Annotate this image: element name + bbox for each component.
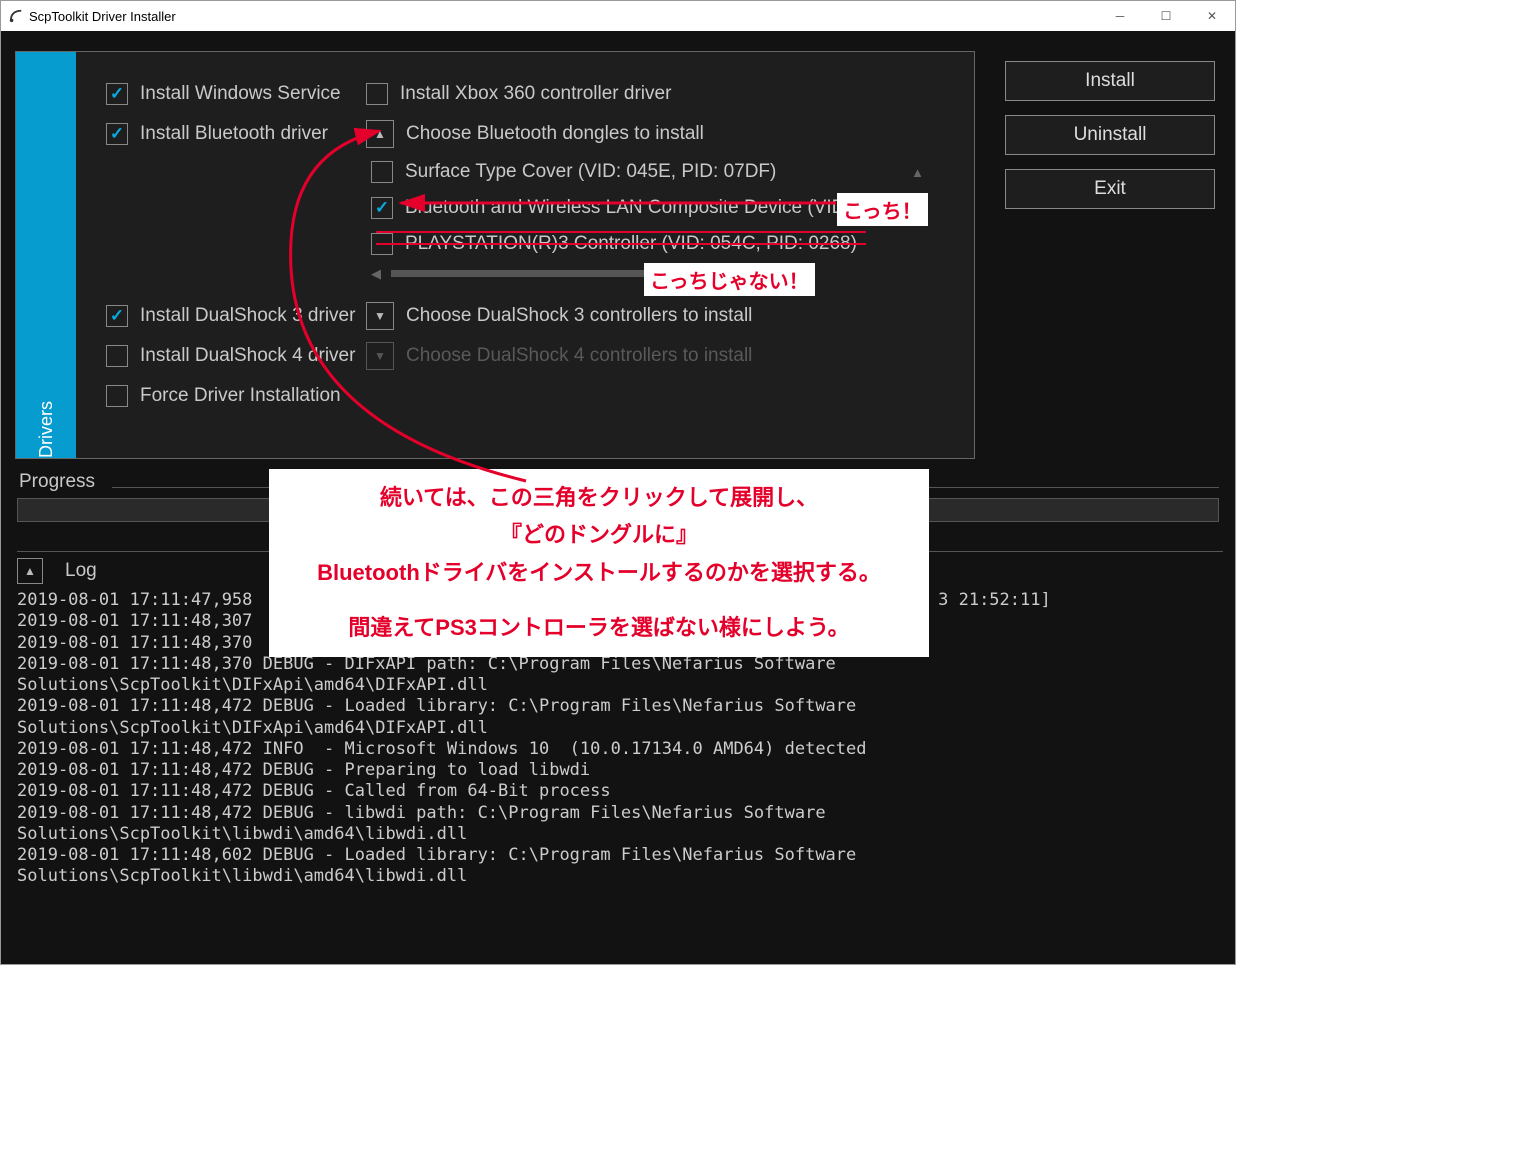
checkbox-ds4[interactable] <box>106 345 128 367</box>
window-title: ScpToolkit Driver Installer <box>29 9 176 24</box>
expander-bluetooth[interactable]: ▲ <box>366 120 394 148</box>
app-window: ScpToolkit Driver Installer ─ ☐ ✕ Driver… <box>0 0 1236 965</box>
checkbox-xbox360[interactable] <box>366 83 388 105</box>
label-bluetooth: Install Bluetooth driver <box>140 123 328 145</box>
annotation-kocchi: こっち！ <box>837 193 928 226</box>
checkbox-windows-service[interactable] <box>106 83 128 105</box>
checkbox-ds3[interactable] <box>106 305 128 327</box>
app-icon <box>9 9 23 23</box>
close-button[interactable]: ✕ <box>1189 1 1235 31</box>
minimize-button[interactable]: ─ <box>1097 1 1143 31</box>
client-area: Drivers Install Windows Service Install … <box>1 31 1235 964</box>
label-ds4: Install DualShock 4 driver <box>140 345 355 367</box>
label-force: Force Driver Installation <box>140 385 341 407</box>
maximize-button[interactable]: ☐ <box>1143 1 1189 31</box>
drivers-tab-label: Drivers <box>36 381 57 458</box>
label-bt-header: Choose Bluetooth dongles to install <box>406 123 704 145</box>
expander-ds4[interactable]: ▼ <box>366 342 394 370</box>
label-ds4-header: Choose DualShock 4 controllers to instal… <box>406 345 752 367</box>
label-bt-device-0: Surface Type Cover (VID: 045E, PID: 07DF… <box>405 161 776 183</box>
titlebar: ScpToolkit Driver Installer ─ ☐ ✕ <box>1 1 1235 31</box>
label-ds3-header: Choose DualShock 3 controllers to instal… <box>406 305 752 327</box>
label-bt-device-1: Bluetooth and Wireless LAN Composite Dev… <box>405 197 845 219</box>
annotation-line-1: 続いては、この三角をクリックして展開し、 <box>289 479 909 516</box>
drivers-panel: Drivers Install Windows Service Install … <box>15 51 975 459</box>
annotation-line-2: 『どのドングルに』 <box>289 516 909 553</box>
log-label: Log <box>65 560 97 582</box>
annotation-line-3: Bluetoothドライバをインストールするのかを選択する。 <box>289 554 909 591</box>
drivers-tab[interactable]: Drivers <box>16 52 76 458</box>
checkbox-bluetooth[interactable] <box>106 123 128 145</box>
checkbox-bt-device-0[interactable] <box>371 161 393 183</box>
label-ds3: Install DualShock 3 driver <box>140 305 355 327</box>
progress-label: Progress <box>17 471 103 493</box>
expander-ds3[interactable]: ▼ <box>366 302 394 330</box>
side-buttons: Install Uninstall Exit <box>1005 61 1215 209</box>
annotation-line-4: 間違えてPS3コントローラを選ばない様にしよう。 <box>289 609 909 646</box>
hscroll-left-icon[interactable]: ◀ <box>371 266 381 282</box>
install-button[interactable]: Install <box>1005 61 1215 101</box>
uninstall-button[interactable]: Uninstall <box>1005 115 1215 155</box>
checkbox-force[interactable] <box>106 385 128 407</box>
drivers-body: Install Windows Service Install Xbox 360… <box>76 52 974 458</box>
annotation-instructions: 続いては、この三角をクリックして展開し、 『どのドングルに』 Bluetooth… <box>269 469 929 657</box>
label-windows-service: Install Windows Service <box>140 83 341 105</box>
annotation-strike-1 <box>376 231 866 233</box>
scroll-up-icon[interactable]: ▲ <box>911 165 924 180</box>
checkbox-bt-device-1[interactable] <box>371 197 393 219</box>
annotation-strike-2 <box>376 243 866 245</box>
annotation-janai: こっちじゃない！ <box>644 263 815 296</box>
label-xbox360: Install Xbox 360 controller driver <box>400 83 671 105</box>
exit-button[interactable]: Exit <box>1005 169 1215 209</box>
expander-log[interactable]: ▲ <box>17 558 43 584</box>
